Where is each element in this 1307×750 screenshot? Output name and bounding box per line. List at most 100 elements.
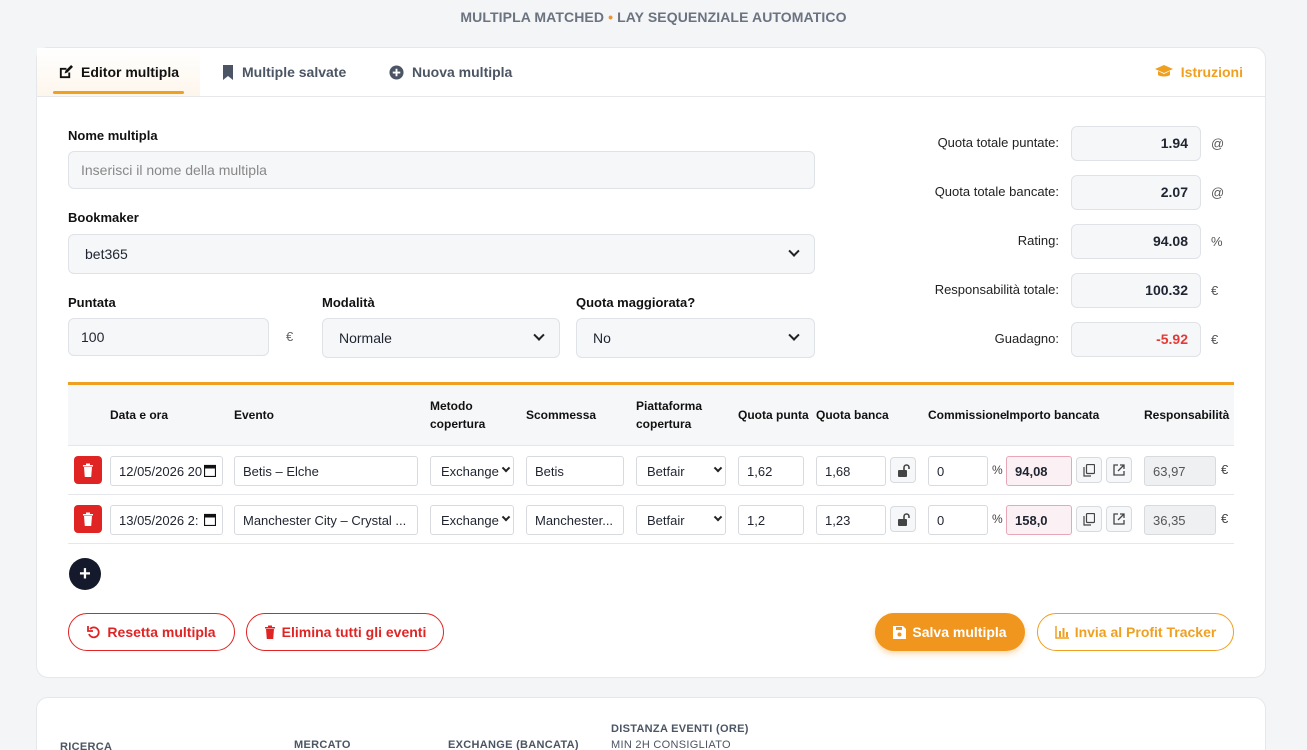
istruzioni-link[interactable]: Istruzioni <box>1154 48 1243 96</box>
header-back-odds: Quota punta <box>738 408 809 422</box>
bet-input[interactable]: Betis <box>526 456 624 486</box>
trash-icon <box>83 512 93 526</box>
calendar-icon <box>203 464 217 480</box>
delete-all-events-button[interactable]: Elimina tutti gli eventi <box>246 613 444 651</box>
add-event-button[interactable]: + <box>69 558 101 590</box>
liability-unit: € <box>1221 462 1229 477</box>
copy-button[interactable] <box>1076 457 1102 483</box>
chevron-down-icon <box>788 329 800 341</box>
puntata-input[interactable]: 100 <box>68 318 269 356</box>
copy-icon <box>1083 512 1095 526</box>
tab-label: Multiple salvate <box>242 64 347 80</box>
chevron-down-icon <box>533 329 545 341</box>
quota-maggiorata-label: Quota maggiorata? <box>576 295 696 310</box>
copy-button[interactable] <box>1076 506 1102 532</box>
events-table-header: Data e ora Evento Metodo copertura Scomm… <box>68 385 1234 446</box>
filters-card: RICERCA MERCATO EXCHANGE (BANCATA) DISTA… <box>36 697 1266 750</box>
commission-unit: % <box>992 512 1003 526</box>
nome-multipla-input[interactable]: Inserisci il nome della multipla <box>68 151 815 189</box>
tab-label: Nuova multipla <box>412 64 513 80</box>
lock-toggle-button[interactable] <box>890 457 916 483</box>
modalita-select[interactable]: Normale <box>322 318 560 358</box>
filter-exchange-label: EXCHANGE (BANCATA) <box>448 739 579 750</box>
tab-multiple-salvate[interactable]: Multiple salvate <box>222 48 346 96</box>
method-select[interactable]: Exchange <box>430 456 514 486</box>
quota-totale-puntate-label: Quota totale puntate: <box>937 135 1059 150</box>
commission-input[interactable]: 0 <box>928 505 988 535</box>
lay-odds-input[interactable]: 1,68 <box>816 456 886 486</box>
reset-label: Resetta multipla <box>107 624 216 640</box>
bookmaker-select[interactable]: bet365 <box>68 234 815 274</box>
lock-toggle-button[interactable] <box>890 506 916 532</box>
method-value: Exchange <box>441 463 499 479</box>
header-platform-line2: copertura <box>636 417 692 431</box>
platform-select[interactable]: Betfair <box>636 456 726 486</box>
rating-label: Rating: <box>1017 233 1059 248</box>
save-icon <box>893 625 907 639</box>
quota-maggiorata-select[interactable]: No <box>576 318 815 358</box>
modalita-value: Normale <box>339 330 392 346</box>
open-external-button[interactable] <box>1106 457 1132 483</box>
chevron-down-icon <box>713 512 723 522</box>
chevron-down-icon <box>788 245 800 257</box>
modalita-label: Modalità <box>322 295 375 310</box>
save-label: Salva multipla <box>912 624 1007 640</box>
guadagno-value: -5.92 <box>1071 322 1201 357</box>
event-input[interactable]: Manchester City – Crystal ... <box>234 505 418 535</box>
header-method: Metodo copertura <box>430 397 485 433</box>
lay-odds-input[interactable]: 1,23 <box>816 505 886 535</box>
bar-chart-icon <box>1054 625 1069 639</box>
lay-amount-input[interactable]: 158,0 <box>1006 505 1072 535</box>
bet-input[interactable]: Manchester... <box>526 505 624 535</box>
delete-event-button[interactable] <box>74 456 102 484</box>
lay-amount-input[interactable]: 94,08 <box>1006 456 1072 486</box>
copy-icon <box>1083 463 1095 477</box>
quota-totale-puntate-value: 1.94 <box>1071 126 1201 161</box>
table-row: 12/05/2026 20 Betis – Elche Exchange Bet… <box>68 446 1234 495</box>
undo-icon <box>87 625 101 639</box>
external-link-icon <box>1113 513 1125 525</box>
tab-label: Editor multipla <box>81 64 179 80</box>
platform-value: Betfair <box>647 512 685 528</box>
liability-value: 36,35 <box>1144 505 1216 535</box>
event-input[interactable]: Betis – Elche <box>234 456 418 486</box>
chevron-down-icon <box>713 463 723 473</box>
header-date: Data e ora <box>110 408 169 422</box>
summary-unit: € <box>1211 283 1219 298</box>
commission-input[interactable]: 0 <box>928 456 988 486</box>
responsabilita-totale-value: 100.32 <box>1071 273 1201 308</box>
save-multipla-button[interactable]: Salva multipla <box>875 613 1025 651</box>
method-select[interactable]: Exchange <box>430 505 514 535</box>
puntata-unit: € <box>286 329 294 344</box>
header-method-line1: Metodo <box>430 399 473 413</box>
unlock-icon <box>897 463 910 477</box>
table-row: 13/05/2026 2: Manchester City – Crystal … <box>68 495 1234 544</box>
quota-maggiorata-value: No <box>593 330 611 346</box>
delete-all-label: Elimina tutti gli eventi <box>281 624 427 640</box>
commission-unit: % <box>992 463 1003 477</box>
page-title: MULTIPLA MATCHED • LAY SEQUENZIALE AUTOM… <box>0 9 1307 25</box>
responsabilita-totale-label: Responsabilità totale: <box>934 282 1059 297</box>
back-odds-input[interactable]: 1,2 <box>738 505 804 535</box>
filter-search-label: RICERCA <box>60 741 113 750</box>
nome-multipla-label: Nome multipla <box>68 128 158 143</box>
editor-card: Editor multipla Multiple salvate Nuova m… <box>36 47 1266 678</box>
header-platform: Piattaforma copertura <box>636 397 702 433</box>
page-title-main: MULTIPLA MATCHED <box>460 9 605 25</box>
platform-select[interactable]: Betfair <box>636 505 726 535</box>
guadagno-label: Guadagno: <box>994 331 1059 346</box>
back-odds-input[interactable]: 1,62 <box>738 456 804 486</box>
open-external-button[interactable] <box>1106 506 1132 532</box>
edit-icon <box>58 64 73 80</box>
tab-nuova-multipla[interactable]: Nuova multipla <box>389 48 512 96</box>
plus-circle-icon <box>389 64 404 80</box>
reset-multipla-button[interactable]: Resetta multipla <box>68 613 235 651</box>
page-subtitle: LAY SEQUENZIALE AUTOMATICO <box>617 9 847 25</box>
tab-editor-multipla[interactable]: Editor multipla <box>37 48 200 96</box>
trash-icon <box>264 625 276 639</box>
header-liability: Responsabilità <box>1144 408 1230 422</box>
send-profit-tracker-button[interactable]: Invia al Profit Tracker <box>1037 613 1234 651</box>
header-method-line2: copertura <box>430 417 486 431</box>
delete-event-button[interactable] <box>74 505 102 533</box>
method-value: Exchange <box>441 512 499 528</box>
